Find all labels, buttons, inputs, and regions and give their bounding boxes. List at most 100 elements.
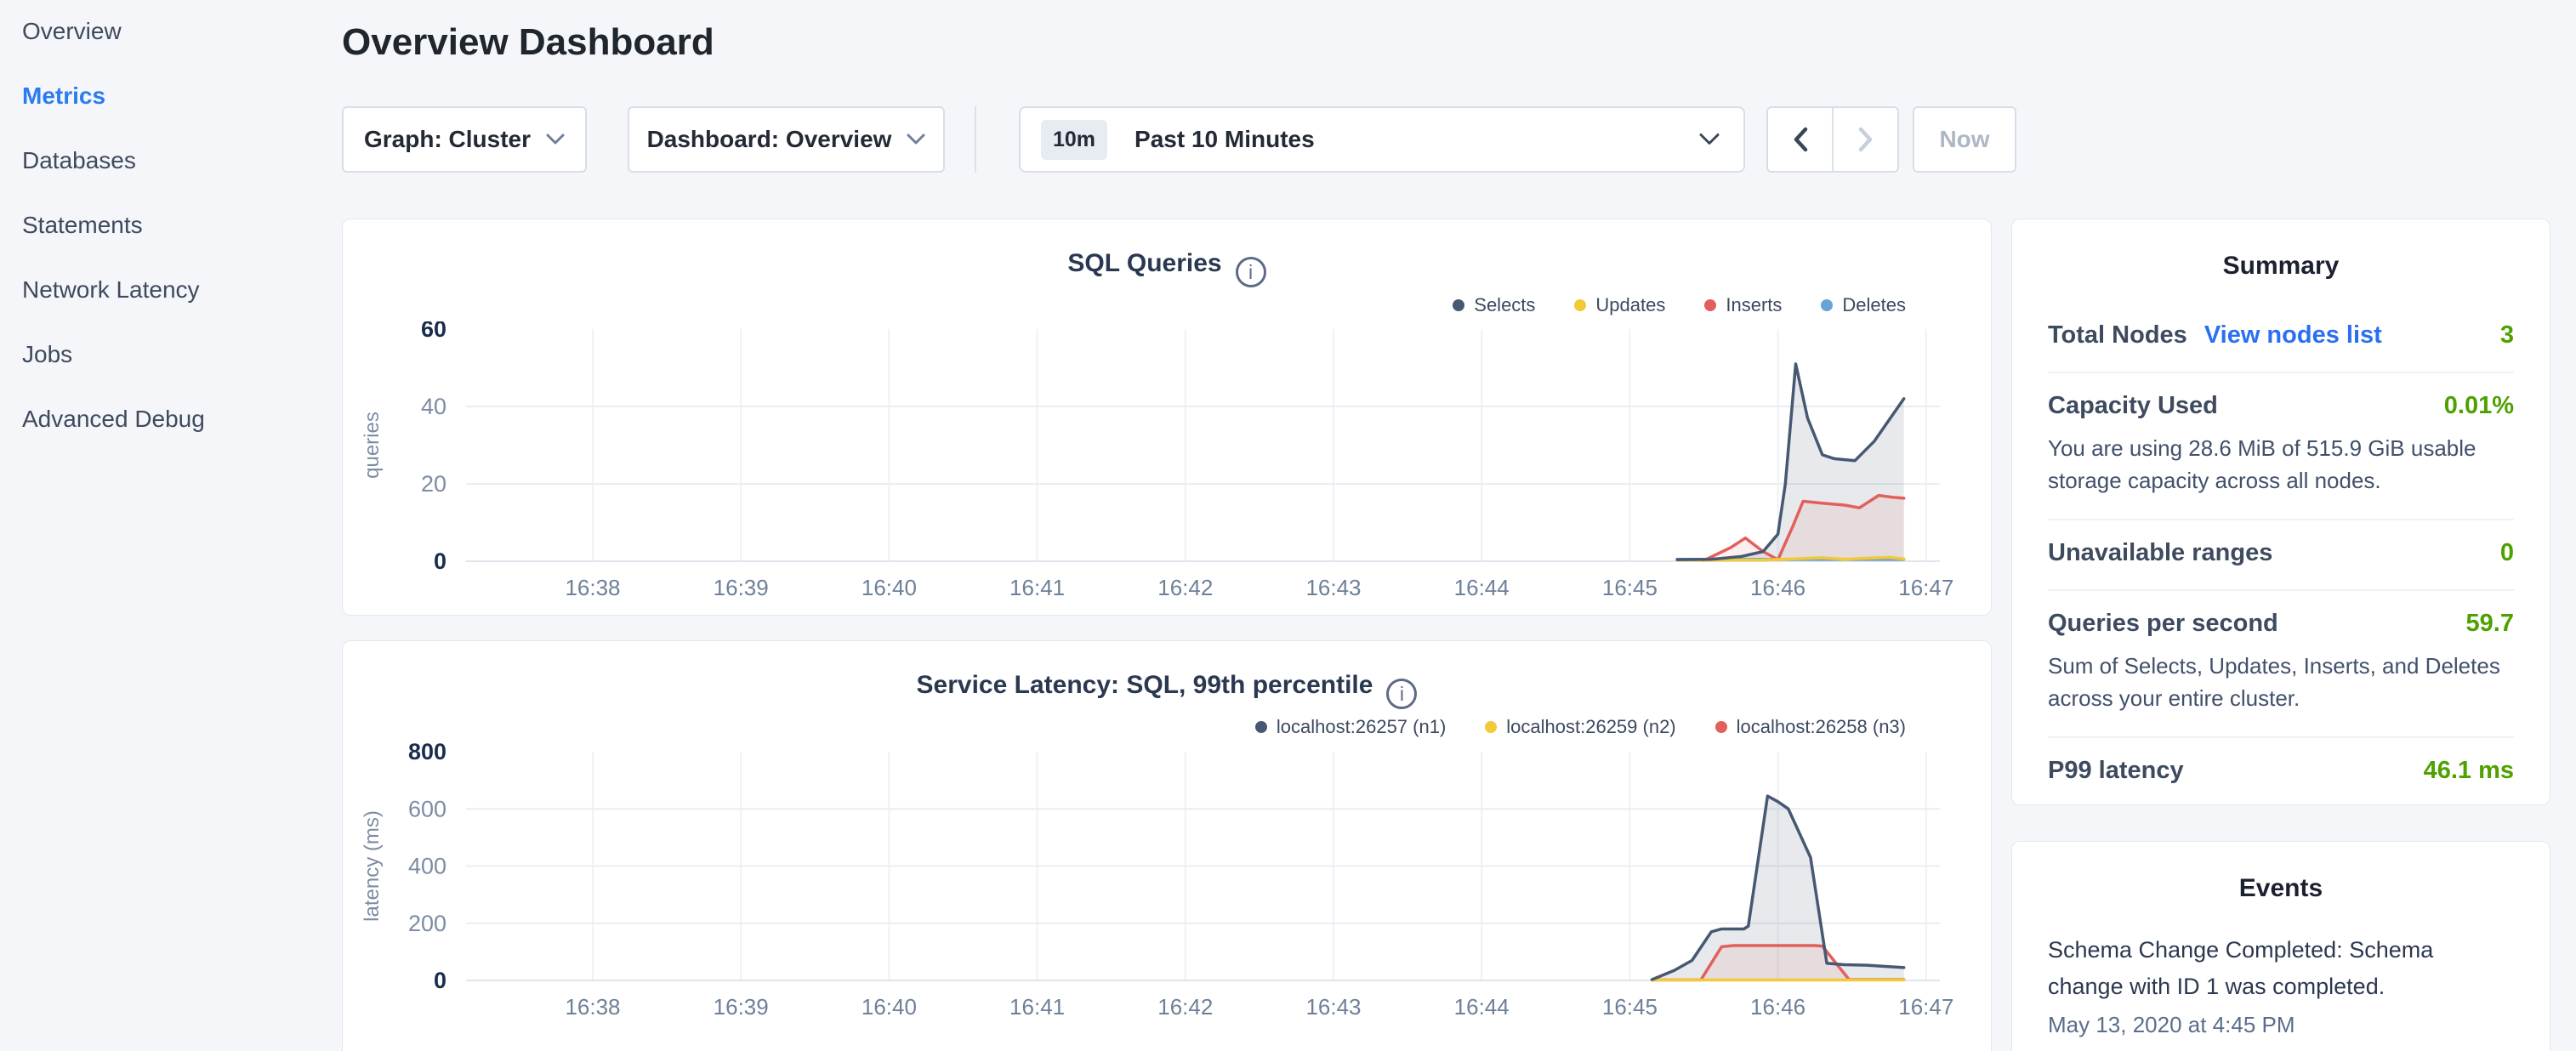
summary-label: Capacity Used	[2048, 392, 2218, 420]
svg-text:16:47: 16:47	[1898, 575, 1953, 600]
graph-dropdown[interactable]: Graph: Cluster	[342, 106, 587, 173]
summary-row-header: P99 latency 46.1 ms	[2048, 757, 2514, 785]
graph-dropdown-label: Graph: Cluster	[364, 126, 531, 153]
view-nodes-list-link[interactable]: View nodes list	[2204, 321, 2382, 349]
time-pager	[1766, 106, 1899, 173]
events-panel: Events Schema Change Completed: Schema c…	[2011, 841, 2550, 1051]
service-latency-chart-panel: Service Latency: SQL, 99th percentile i l…	[342, 640, 1992, 1051]
toolbar-divider	[975, 106, 976, 173]
svg-text:16:38: 16:38	[565, 994, 620, 1020]
now-button[interactable]: Now	[1913, 106, 2016, 173]
legend-item: Updates	[1574, 294, 1665, 316]
info-icon[interactable]: i	[1236, 257, 1266, 287]
summary-row-capacity-used: Capacity Used0.01%You are using 28.6 MiB…	[2048, 373, 2514, 519]
svg-text:16:45: 16:45	[1602, 575, 1658, 600]
legend-dot-icon	[1704, 299, 1716, 311]
svg-text:16:44: 16:44	[1454, 575, 1510, 600]
page-title: Overview Dashboard	[342, 20, 714, 65]
dashboard-dropdown[interactable]: Dashboard: Overview	[628, 106, 945, 173]
svg-text:16:42: 16:42	[1157, 575, 1213, 600]
main-content: Overview Dashboard Graph: Cluster Dashbo…	[342, 0, 1992, 1051]
svg-text:16:45: 16:45	[1602, 994, 1658, 1020]
dashboard-dropdown-label: Dashboard: Overview	[647, 126, 892, 153]
svg-text:60: 60	[421, 321, 446, 342]
legend-dot-icon	[1821, 299, 1833, 311]
chart-title-text: Service Latency: SQL, 99th percentile	[917, 671, 1373, 699]
legend-dot-icon	[1485, 721, 1497, 733]
legend-label: Selects	[1474, 294, 1535, 316]
legend-dot-icon	[1574, 299, 1586, 311]
sidebar-item-statements[interactable]: Statements	[22, 213, 342, 238]
svg-text:16:39: 16:39	[714, 994, 769, 1020]
events-body: Schema Change Completed: Schema change w…	[2012, 903, 2550, 1038]
summary-value: 59.7	[2466, 610, 2514, 638]
chart-title: SQL Queriesi	[343, 248, 1991, 287]
legend-item: localhost:26258 (n3)	[1715, 716, 1906, 738]
svg-text:16:41: 16:41	[1009, 994, 1065, 1020]
service-latency-chart[interactable]: 16:3816:3916:4016:4116:4216:4316:4416:45…	[343, 743, 1991, 1051]
event-message: Schema Change Completed: Schema change w…	[2048, 932, 2514, 1005]
legend-label: localhost:26257 (n1)	[1277, 716, 1446, 738]
svg-text:16:40: 16:40	[862, 994, 917, 1020]
summary-value: 0	[2500, 539, 2514, 567]
event-item: Schema Change Completed: Schema change w…	[2048, 932, 2514, 1038]
legend-item: localhost:26259 (n2)	[1485, 716, 1675, 738]
previous-time-button[interactable]	[1768, 108, 1834, 171]
sidebar-item-network-latency[interactable]: Network Latency	[22, 277, 342, 303]
sidebar-item-metrics[interactable]: Metrics	[22, 83, 342, 109]
legend-label: Updates	[1595, 294, 1665, 316]
svg-text:16:40: 16:40	[862, 575, 917, 600]
legend-dot-icon	[1255, 721, 1267, 733]
summary-row-p99-latency: P99 latency 46.1 ms	[2048, 738, 2514, 807]
legend-dot-icon	[1453, 299, 1464, 311]
svg-text:0: 0	[434, 968, 446, 993]
summary-row-header: Queries per second 59.7	[2048, 610, 2514, 638]
time-range-label: Past 10 Minutes	[1134, 126, 1315, 153]
summary-row-queries-per-second: Queries per second59.7Sum of Selects, Up…	[2048, 591, 2514, 736]
sql-queries-chart[interactable]: 16:3816:3916:4016:4116:4216:4316:4416:45…	[343, 321, 1991, 616]
sidebar-item-jobs[interactable]: Jobs	[22, 342, 342, 367]
svg-text:16:46: 16:46	[1750, 994, 1805, 1020]
toolbar: Graph: Cluster Dashboard: Overview 10m P…	[342, 106, 1992, 173]
sidebar-item-databases[interactable]: Databases	[22, 148, 342, 173]
sidebar-item-overview[interactable]: Overview	[22, 19, 342, 44]
chevron-down-icon	[546, 134, 565, 145]
chevron-down-icon	[907, 134, 925, 145]
svg-text:16:38: 16:38	[565, 575, 620, 600]
summary-row-unavailable-ranges: Unavailable ranges0	[2048, 520, 2514, 589]
info-icon[interactable]: i	[1386, 679, 1417, 709]
summary-row-header: Total Nodes View nodes list 3	[2048, 321, 2514, 349]
sidebar: Overview Metrics Databases Statements Networ…	[0, 0, 342, 1051]
summary-label: P99 latency	[2048, 757, 2184, 785]
summary-row-header: Capacity Used 0.01%	[2048, 392, 2514, 420]
svg-text:16:47: 16:47	[1898, 994, 1953, 1020]
svg-text:20: 20	[421, 471, 446, 497]
summary-label: Queries per second	[2048, 610, 2278, 638]
svg-text:16:41: 16:41	[1009, 575, 1065, 600]
time-range-badge: 10m	[1041, 120, 1107, 160]
svg-text:600: 600	[408, 796, 446, 821]
svg-text:16:39: 16:39	[714, 575, 769, 600]
svg-text:0: 0	[434, 548, 446, 574]
summary-label: Total Nodes	[2048, 321, 2187, 349]
legend-item: Inserts	[1704, 294, 1782, 316]
chevron-left-icon	[1793, 127, 1808, 152]
time-range-selector[interactable]: 10m Past 10 Minutes	[1019, 106, 1745, 173]
legend-item: Selects	[1453, 294, 1535, 316]
svg-text:queries: queries	[361, 412, 384, 479]
summary-value: 0.01%	[2444, 392, 2514, 420]
legend-label: Deletes	[1842, 294, 1906, 316]
event-timestamp: May 13, 2020 at 4:45 PM	[2048, 1012, 2514, 1038]
sidebar-item-advanced-debug[interactable]: Advanced Debug	[22, 406, 342, 432]
summary-value: 3	[2500, 321, 2514, 349]
summary-row-total-nodes: Total Nodes View nodes list 3	[2048, 303, 2514, 372]
chevron-right-icon	[1858, 127, 1874, 152]
chart-legend: Selects Updates Inserts Deletes	[1453, 294, 1906, 316]
summary-value: 46.1 ms	[2424, 757, 2514, 785]
svg-text:16:44: 16:44	[1454, 994, 1510, 1020]
sidebar-nav-list: Overview Metrics Databases Statements Networ…	[22, 19, 342, 432]
svg-text:16:46: 16:46	[1750, 575, 1805, 600]
svg-text:latency (ms): latency (ms)	[361, 810, 384, 922]
svg-text:16:42: 16:42	[1157, 994, 1213, 1020]
next-time-button[interactable]	[1834, 108, 1897, 171]
